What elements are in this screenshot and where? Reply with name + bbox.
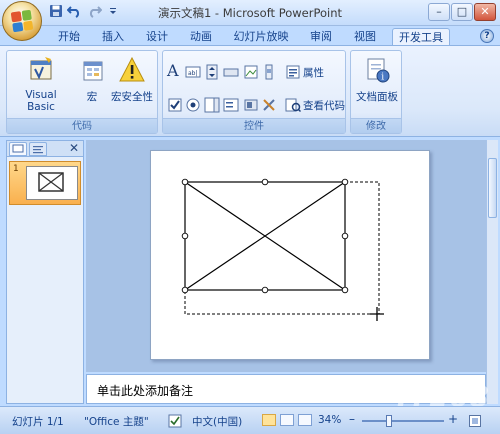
scrollbar-thumb[interactable] (488, 158, 497, 218)
slide-canvas[interactable] (150, 150, 430, 360)
tab-home[interactable]: 开始 (52, 28, 86, 46)
slide-number: 1 (13, 164, 19, 174)
macro-label: 宏 (86, 91, 98, 103)
properties-label[interactable]: 属性 (303, 65, 324, 80)
window-controls: – □ ✕ (428, 3, 496, 21)
notes-placeholder: 单击此处添加备注 (97, 384, 194, 398)
ribbon: Visual Basic 宏 宏安全性 代码 A ab| 属性 查看代码 控件 … (0, 45, 500, 137)
radio-control-icon[interactable] (185, 97, 201, 113)
thumbnail-placeholder-icon (38, 172, 64, 192)
view-code-icon[interactable] (285, 97, 301, 113)
language-indicator[interactable]: 中文(中国) (192, 414, 242, 429)
slide-thumbnail-selected[interactable]: 1 (9, 161, 81, 205)
theme-name: "Office 主题" (84, 416, 149, 428)
document-panel-icon: i (367, 58, 390, 83)
slide-show-view-icon[interactable] (298, 414, 312, 426)
warning-icon (119, 56, 145, 82)
zoom-in-button[interactable]: + (448, 412, 458, 426)
slides-pane: ✕ 1 (6, 140, 84, 404)
macro-icon (83, 61, 103, 81)
zoom-slider[interactable] (362, 420, 444, 422)
document-panel-button[interactable]: i 文档面板 (353, 55, 401, 104)
office-logo-icon (10, 9, 34, 33)
button-control-icon[interactable] (223, 64, 239, 80)
image-placeholder[interactable] (151, 151, 431, 361)
svg-text:ab|: ab| (188, 70, 198, 77)
controls-group-label: 控件 (163, 118, 345, 133)
label-control-icon[interactable]: A (167, 63, 183, 79)
scrollbar-control-icon[interactable] (261, 64, 277, 80)
macro-button[interactable]: 宏 (79, 55, 105, 104)
close-button[interactable]: ✕ (474, 3, 496, 21)
slides-tab-icon (12, 144, 24, 153)
office-button[interactable] (2, 1, 42, 41)
svg-text:i: i (381, 73, 384, 83)
document-panel-label: 文档面板 (356, 91, 398, 103)
tab-insert[interactable]: 插入 (96, 28, 130, 46)
zoom-level[interactable]: 34% (318, 414, 341, 426)
placeholder-cross (184, 181, 346, 291)
status-bar: 幻灯片 1/1 "Office 主题" 中文(中国) 34% – + (0, 406, 500, 434)
help-icon[interactable]: ? (480, 29, 494, 43)
image-control-icon[interactable] (243, 64, 259, 80)
spelling-check-icon[interactable] (168, 414, 182, 428)
controls-group: A ab| 属性 查看代码 控件 (162, 50, 346, 134)
pane-tabs: ✕ (7, 141, 83, 157)
checkbox-control-icon[interactable] (167, 97, 183, 113)
code-group: Visual Basic 宏 宏安全性 代码 (6, 50, 158, 134)
properties-icon[interactable] (285, 64, 301, 80)
slide-editing-area (86, 140, 486, 372)
visual-basic-label: Visual Basic (25, 89, 57, 113)
toggle-control-icon[interactable] (243, 97, 259, 113)
minimize-button[interactable]: – (428, 3, 450, 21)
window-title: 演示文稿1 - Microsoft PowerPoint (157, 6, 343, 20)
code-group-label: 代码 (7, 118, 157, 133)
pane-close-icon[interactable]: ✕ (69, 141, 79, 155)
ribbon-tabs: 开始 插入 设计 动画 幻灯片放映 审阅 视图 开发工具 (0, 26, 500, 46)
visual-basic-button[interactable]: Visual Basic (11, 55, 71, 113)
vertical-scrollbar[interactable] (486, 140, 498, 404)
zoom-out-button[interactable]: – (349, 412, 355, 426)
textbox-control-icon[interactable]: ab| (185, 64, 201, 80)
title-bar: 演示文稿1 - Microsoft PowerPoint – □ ✕ (0, 0, 500, 26)
normal-view-icon[interactable] (262, 414, 276, 426)
slide-thumbnail (26, 166, 78, 200)
macro-security-label: 宏安全性 (111, 91, 153, 103)
tab-slide-show[interactable]: 幻灯片放映 (230, 28, 292, 46)
tab-design[interactable]: 设计 (140, 28, 174, 46)
tab-animations[interactable]: 动画 (184, 28, 218, 46)
outline-tab-icon (33, 146, 43, 154)
spinner-control-icon[interactable] (204, 64, 220, 80)
macro-security-button[interactable]: 宏安全性 (109, 55, 155, 104)
view-code-label[interactable]: 查看代码 (303, 98, 345, 113)
fit-to-window-icon[interactable] (468, 414, 482, 428)
more-controls-icon[interactable] (261, 97, 277, 113)
tab-review[interactable]: 审阅 (304, 28, 338, 46)
maximize-button[interactable]: □ (451, 3, 473, 21)
zoom-slider-knob[interactable] (386, 415, 392, 427)
outline-tab[interactable] (29, 142, 47, 156)
modify-group-label: 修改 (351, 118, 401, 133)
listbox-control-icon[interactable] (223, 97, 239, 113)
combobox-control-icon[interactable] (204, 97, 220, 113)
tab-view[interactable]: 视图 (348, 28, 382, 46)
slide-indicator: 幻灯片 1/1 (12, 416, 64, 428)
visual-basic-icon (30, 57, 52, 80)
crosshair-cursor-icon (370, 307, 384, 321)
slides-tab[interactable] (9, 142, 27, 156)
modify-group: i 文档面板 修改 (350, 50, 402, 134)
tab-developer[interactable]: 开发工具 (392, 28, 450, 46)
slide-sorter-view-icon[interactable] (280, 414, 294, 426)
